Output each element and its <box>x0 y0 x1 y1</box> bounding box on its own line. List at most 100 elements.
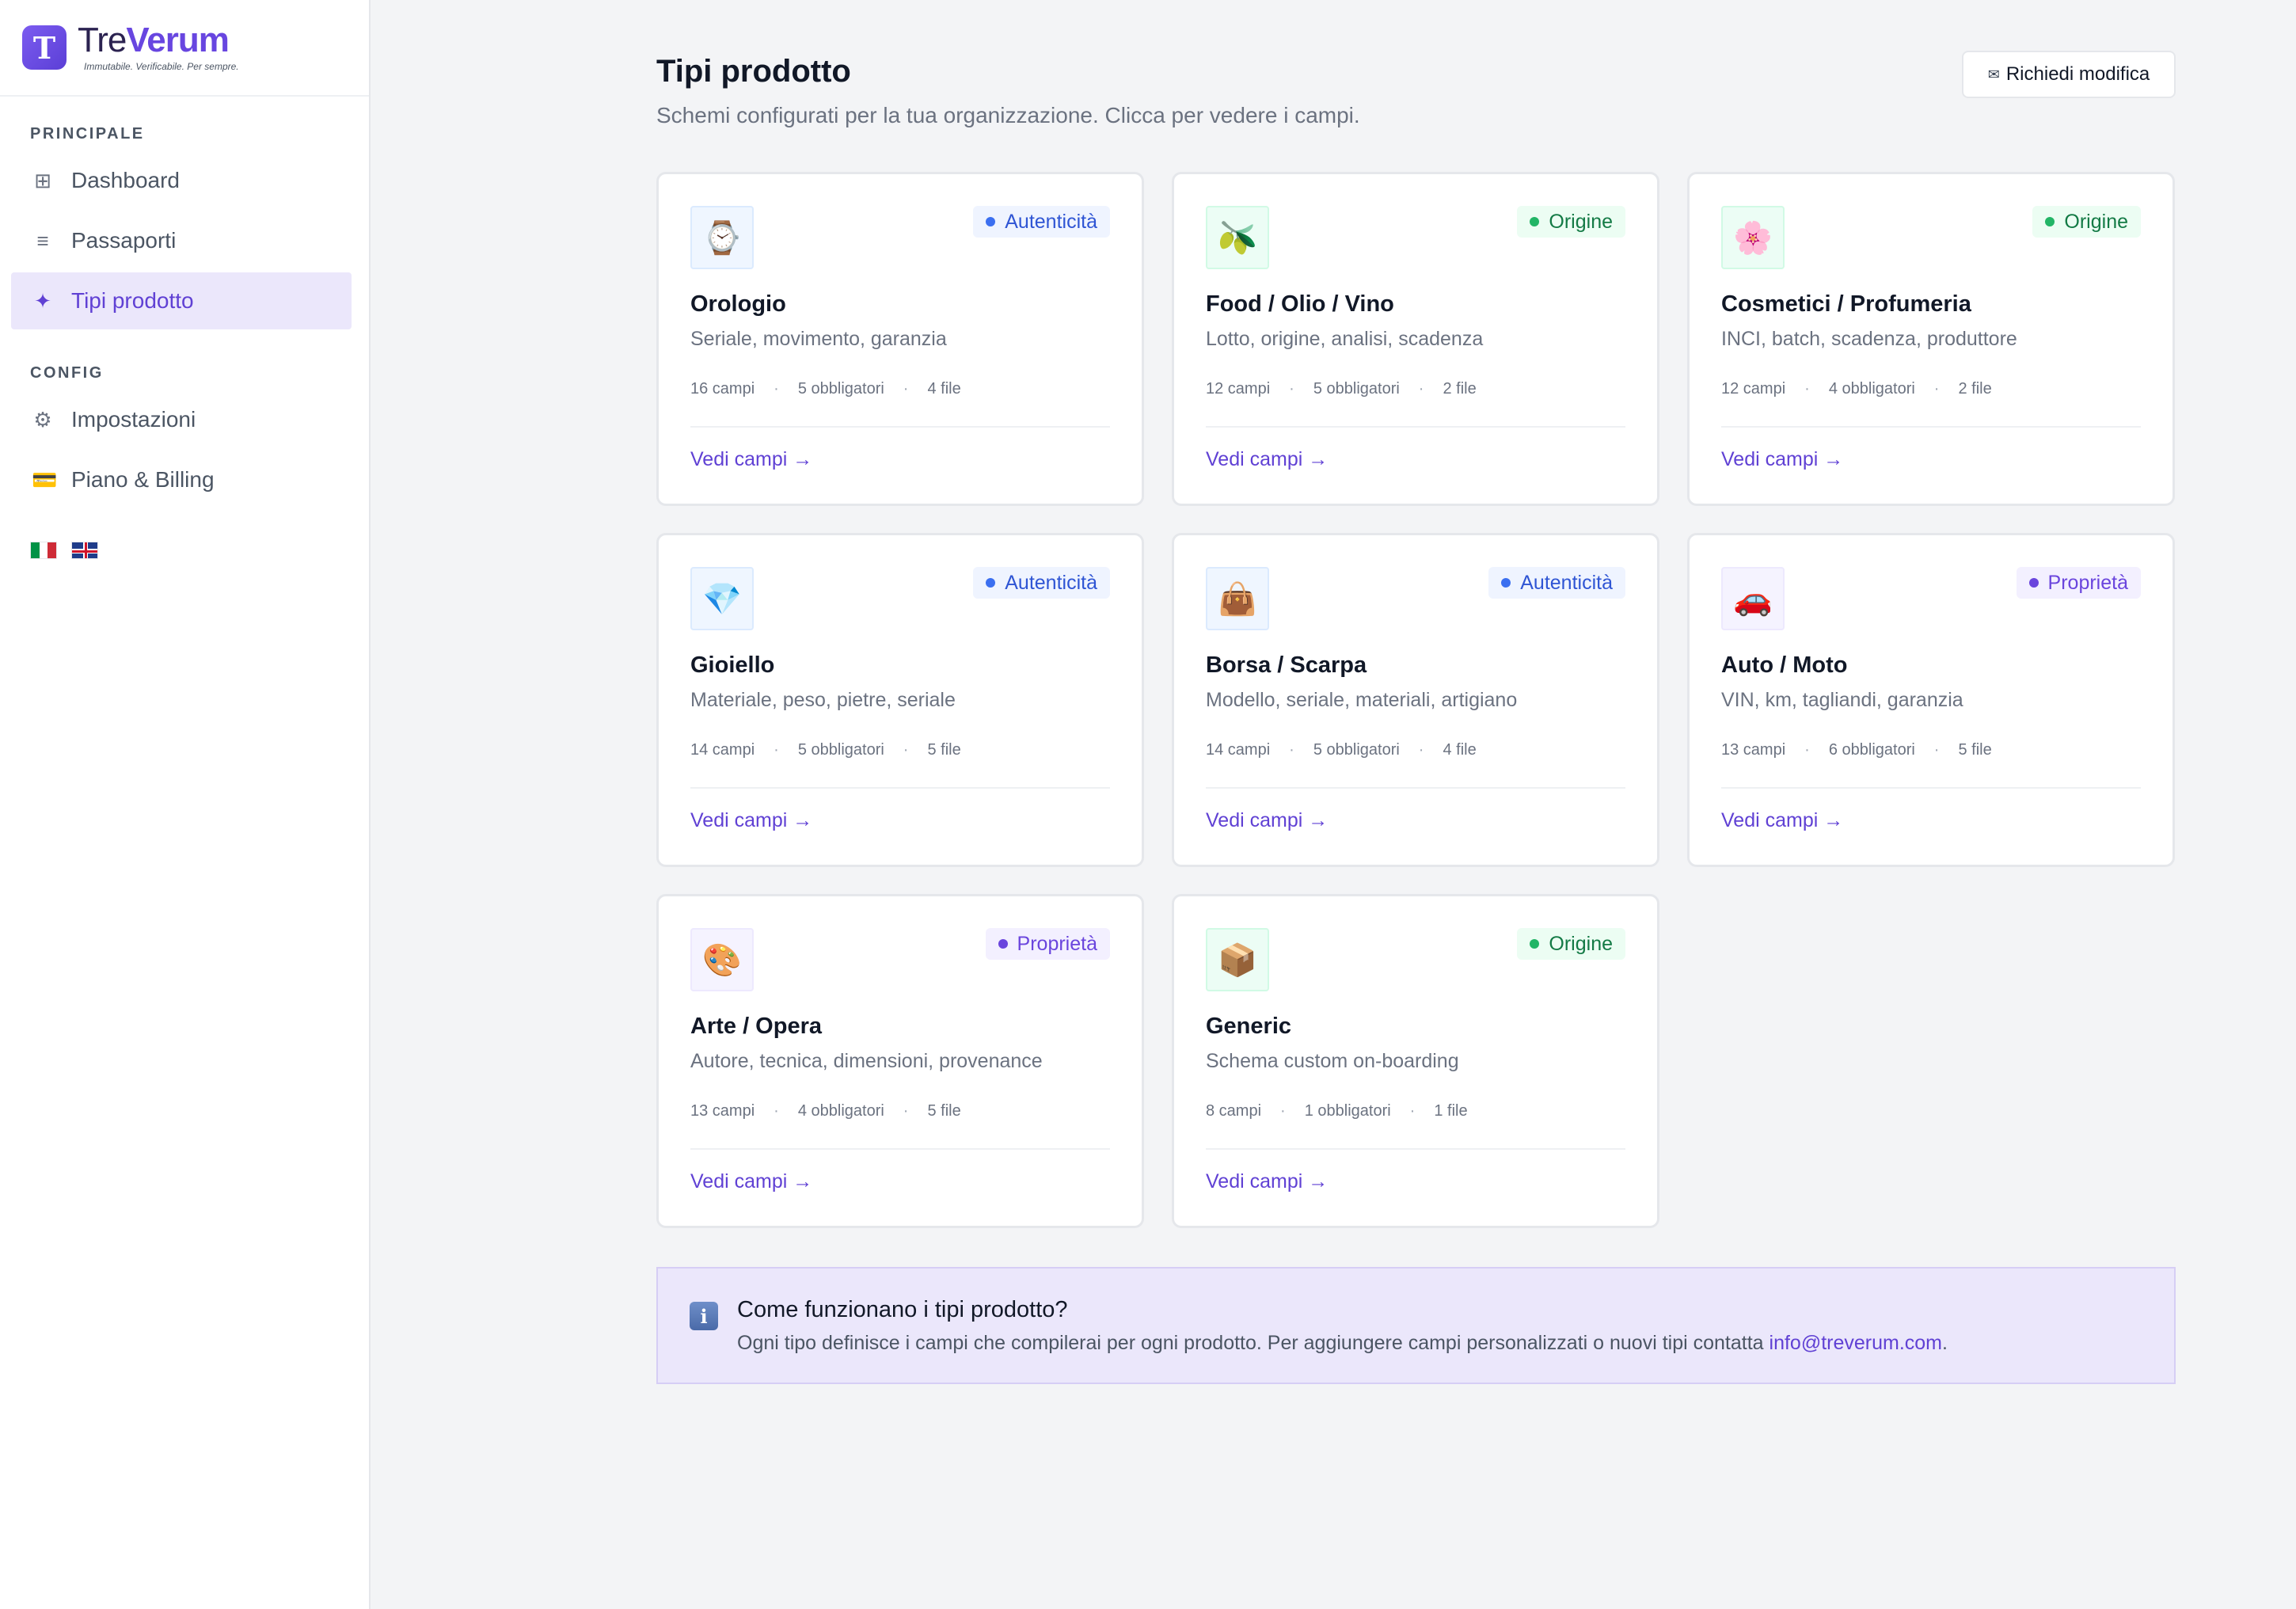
meta-separator: · <box>903 380 909 397</box>
card-meta: 8 campi · 1 obbligatori · 1 file <box>1206 1102 1468 1120</box>
nav-section-main: PRINCIPALE <box>30 125 145 143</box>
info-text-body: Ogni tipo definisce i campi che compiler… <box>737 1332 1770 1354</box>
card-description: INCI, batch, scadenza, produttore <box>1721 328 2017 350</box>
product-type-card-auto-moto[interactable]: 🚗 Proprietà Auto / Moto VIN, km, tagliandi,… <box>1687 533 2175 867</box>
view-fields-link[interactable]: Vedi campi → <box>690 809 812 832</box>
files-count: 1 file <box>1434 1102 1468 1120</box>
meta-separator: · <box>774 1102 779 1120</box>
sidebar-item-dashboard[interactable]: ⊞ Dashboard <box>11 152 352 209</box>
badge-label: Origine <box>1549 932 1613 955</box>
sidebar-item-label: Piano & Billing <box>71 467 215 492</box>
brand[interactable]: T TreVerum Immutabile. Verificabile. Per… <box>0 0 369 97</box>
badge-label: Proprietà <box>2047 571 2128 594</box>
fields-count: 13 campi <box>690 1102 755 1120</box>
fields-count: 14 campi <box>1206 741 1271 759</box>
fields-count: 8 campi <box>1206 1102 1262 1120</box>
sidebar: T TreVerum Immutabile. Verificabile. Per… <box>0 0 371 1609</box>
view-fields-link[interactable]: Vedi campi → <box>1206 1170 1328 1193</box>
card-divider <box>690 426 1110 428</box>
request-change-button[interactable]: ✉ Richiedi modifica <box>1962 51 2176 98</box>
meta-separator: · <box>774 741 779 759</box>
palette-icon: 🎨 <box>690 928 754 991</box>
product-type-card-cosmetici-profumeria[interactable]: 🌸 Origine Cosmetici / Profumeria INCI, batc… <box>1687 172 2175 506</box>
card-title: Cosmetici / Profumeria <box>1721 291 1971 317</box>
badge-dot <box>2028 578 2039 588</box>
info-email-link[interactable]: info@treverum.com <box>1770 1332 1943 1354</box>
required-count: 4 obbligatori <box>1828 380 1915 397</box>
product-type-card-borsa-scarpa[interactable]: 👜 Autenticità Borsa / Scarpa Modello, seria… <box>1172 533 1659 867</box>
sidebar-item-billing[interactable]: 💳 Piano & Billing <box>11 451 352 508</box>
files-count: 5 file <box>1958 741 1992 759</box>
meta-separator: · <box>903 741 909 759</box>
files-count: 5 file <box>927 1102 961 1120</box>
meta-separator: · <box>774 380 779 397</box>
credit-card-icon: 💳 <box>32 467 58 492</box>
request-change-label: Richiedi modifica <box>2005 63 2150 85</box>
product-type-card-orologio[interactable]: ⌚ Autenticità Orologio Seriale, movimento, … <box>656 172 1144 506</box>
files-count: 4 file <box>1443 741 1477 759</box>
italian-flag-icon[interactable] <box>30 542 57 559</box>
brand-name-part2: Verum <box>126 21 230 59</box>
view-fields-link[interactable]: Vedi campi → <box>690 448 812 471</box>
badge-label: Proprietà <box>1017 932 1097 955</box>
badge-dot <box>1530 217 1540 226</box>
sidebar-item-label: Tipi prodotto <box>71 288 194 313</box>
view-fields-link[interactable]: Vedi campi → <box>1206 809 1328 832</box>
product-type-card-generic[interactable]: 📦 Origine Generic Schema custom on-boarding… <box>1172 894 1659 1228</box>
files-count: 5 file <box>927 741 961 759</box>
meta-separator: · <box>1933 741 1940 759</box>
required-count: 5 obbligatori <box>1313 741 1400 759</box>
view-fields-link[interactable]: Vedi campi → <box>1721 448 1843 471</box>
card-title: Gioiello <box>690 652 775 678</box>
sidebar-item-label: Impostazioni <box>71 407 196 432</box>
product-type-card-arte-opera[interactable]: 🎨 Proprietà Arte / Opera Autore, tecnica, d… <box>656 894 1144 1228</box>
card-meta: 13 campi · 6 obbligatori · 5 file <box>1721 741 1992 759</box>
grid-icon: ⊞ <box>34 168 51 192</box>
category-badge: Origine <box>1517 928 1625 960</box>
card-divider <box>690 787 1110 789</box>
info-text: Ogni tipo definisce i campi che compiler… <box>737 1332 1948 1355</box>
card-divider <box>1206 1148 1625 1150</box>
info-text-end: . <box>1942 1332 1948 1354</box>
fields-count: 12 campi <box>1721 380 1786 397</box>
car-icon: 🚗 <box>1721 567 1785 630</box>
card-title: Auto / Moto <box>1721 652 1848 678</box>
sidebar-item-tipi-prodotto[interactable]: ✦ Tipi prodotto <box>11 272 352 329</box>
view-fields-link[interactable]: Vedi campi → <box>1721 809 1843 832</box>
card-title: Arte / Opera <box>690 1014 822 1039</box>
meta-separator: · <box>1418 741 1424 759</box>
uk-flag-icon[interactable] <box>71 542 98 559</box>
card-description: Seriale, movimento, garanzia <box>690 328 947 350</box>
card-divider <box>690 1148 1110 1150</box>
view-fields-link[interactable]: Vedi campi → <box>690 1170 812 1193</box>
meta-separator: · <box>1804 380 1810 397</box>
card-divider <box>1206 787 1625 789</box>
page-title: Tipi prodotto <box>656 54 851 89</box>
handbag-icon: 👜 <box>1206 567 1269 630</box>
page-subtitle: Schemi configurati per la tua organizzaz… <box>656 103 1360 127</box>
card-description: Lotto, origine, analisi, scadenza <box>1206 328 1484 350</box>
envelope-icon: ✉ <box>1987 66 2000 82</box>
sidebar-item-passaporti[interactable]: ≡ Passaporti <box>11 212 352 269</box>
flower-icon: 🌸 <box>1721 206 1785 269</box>
gear-icon: ⚙ <box>33 407 52 432</box>
sidebar-item-label: Dashboard <box>71 168 180 192</box>
language-switcher <box>30 542 98 559</box>
card-meta: 13 campi · 4 obbligatori · 5 file <box>690 1102 961 1120</box>
required-count: 6 obbligatori <box>1828 741 1915 759</box>
view-fields-link[interactable]: Vedi campi → <box>1206 448 1328 471</box>
badge-label: Autenticità <box>1005 571 1097 594</box>
fields-count: 12 campi <box>1206 380 1271 397</box>
meta-separator: · <box>1409 1102 1416 1120</box>
sidebar-item-impostazioni[interactable]: ⚙ Impostazioni <box>11 391 352 448</box>
product-type-card-food-olio-vino[interactable]: 🫒 Origine Food / Olio / Vino Lotto, origine… <box>1172 172 1659 506</box>
card-meta: 14 campi · 5 obbligatori · 5 file <box>690 741 961 759</box>
required-count: 1 obbligatori <box>1304 1102 1391 1120</box>
card-divider <box>1206 426 1625 428</box>
required-count: 5 obbligatori <box>797 380 884 397</box>
gem-icon: 💎 <box>690 567 754 630</box>
meta-separator: · <box>903 1102 909 1120</box>
product-type-card-gioiello[interactable]: 💎 Autenticità Gioiello Materiale, peso, pie… <box>656 533 1144 867</box>
brand-logo-icon: T <box>22 25 67 70</box>
badge-dot <box>998 939 1008 949</box>
